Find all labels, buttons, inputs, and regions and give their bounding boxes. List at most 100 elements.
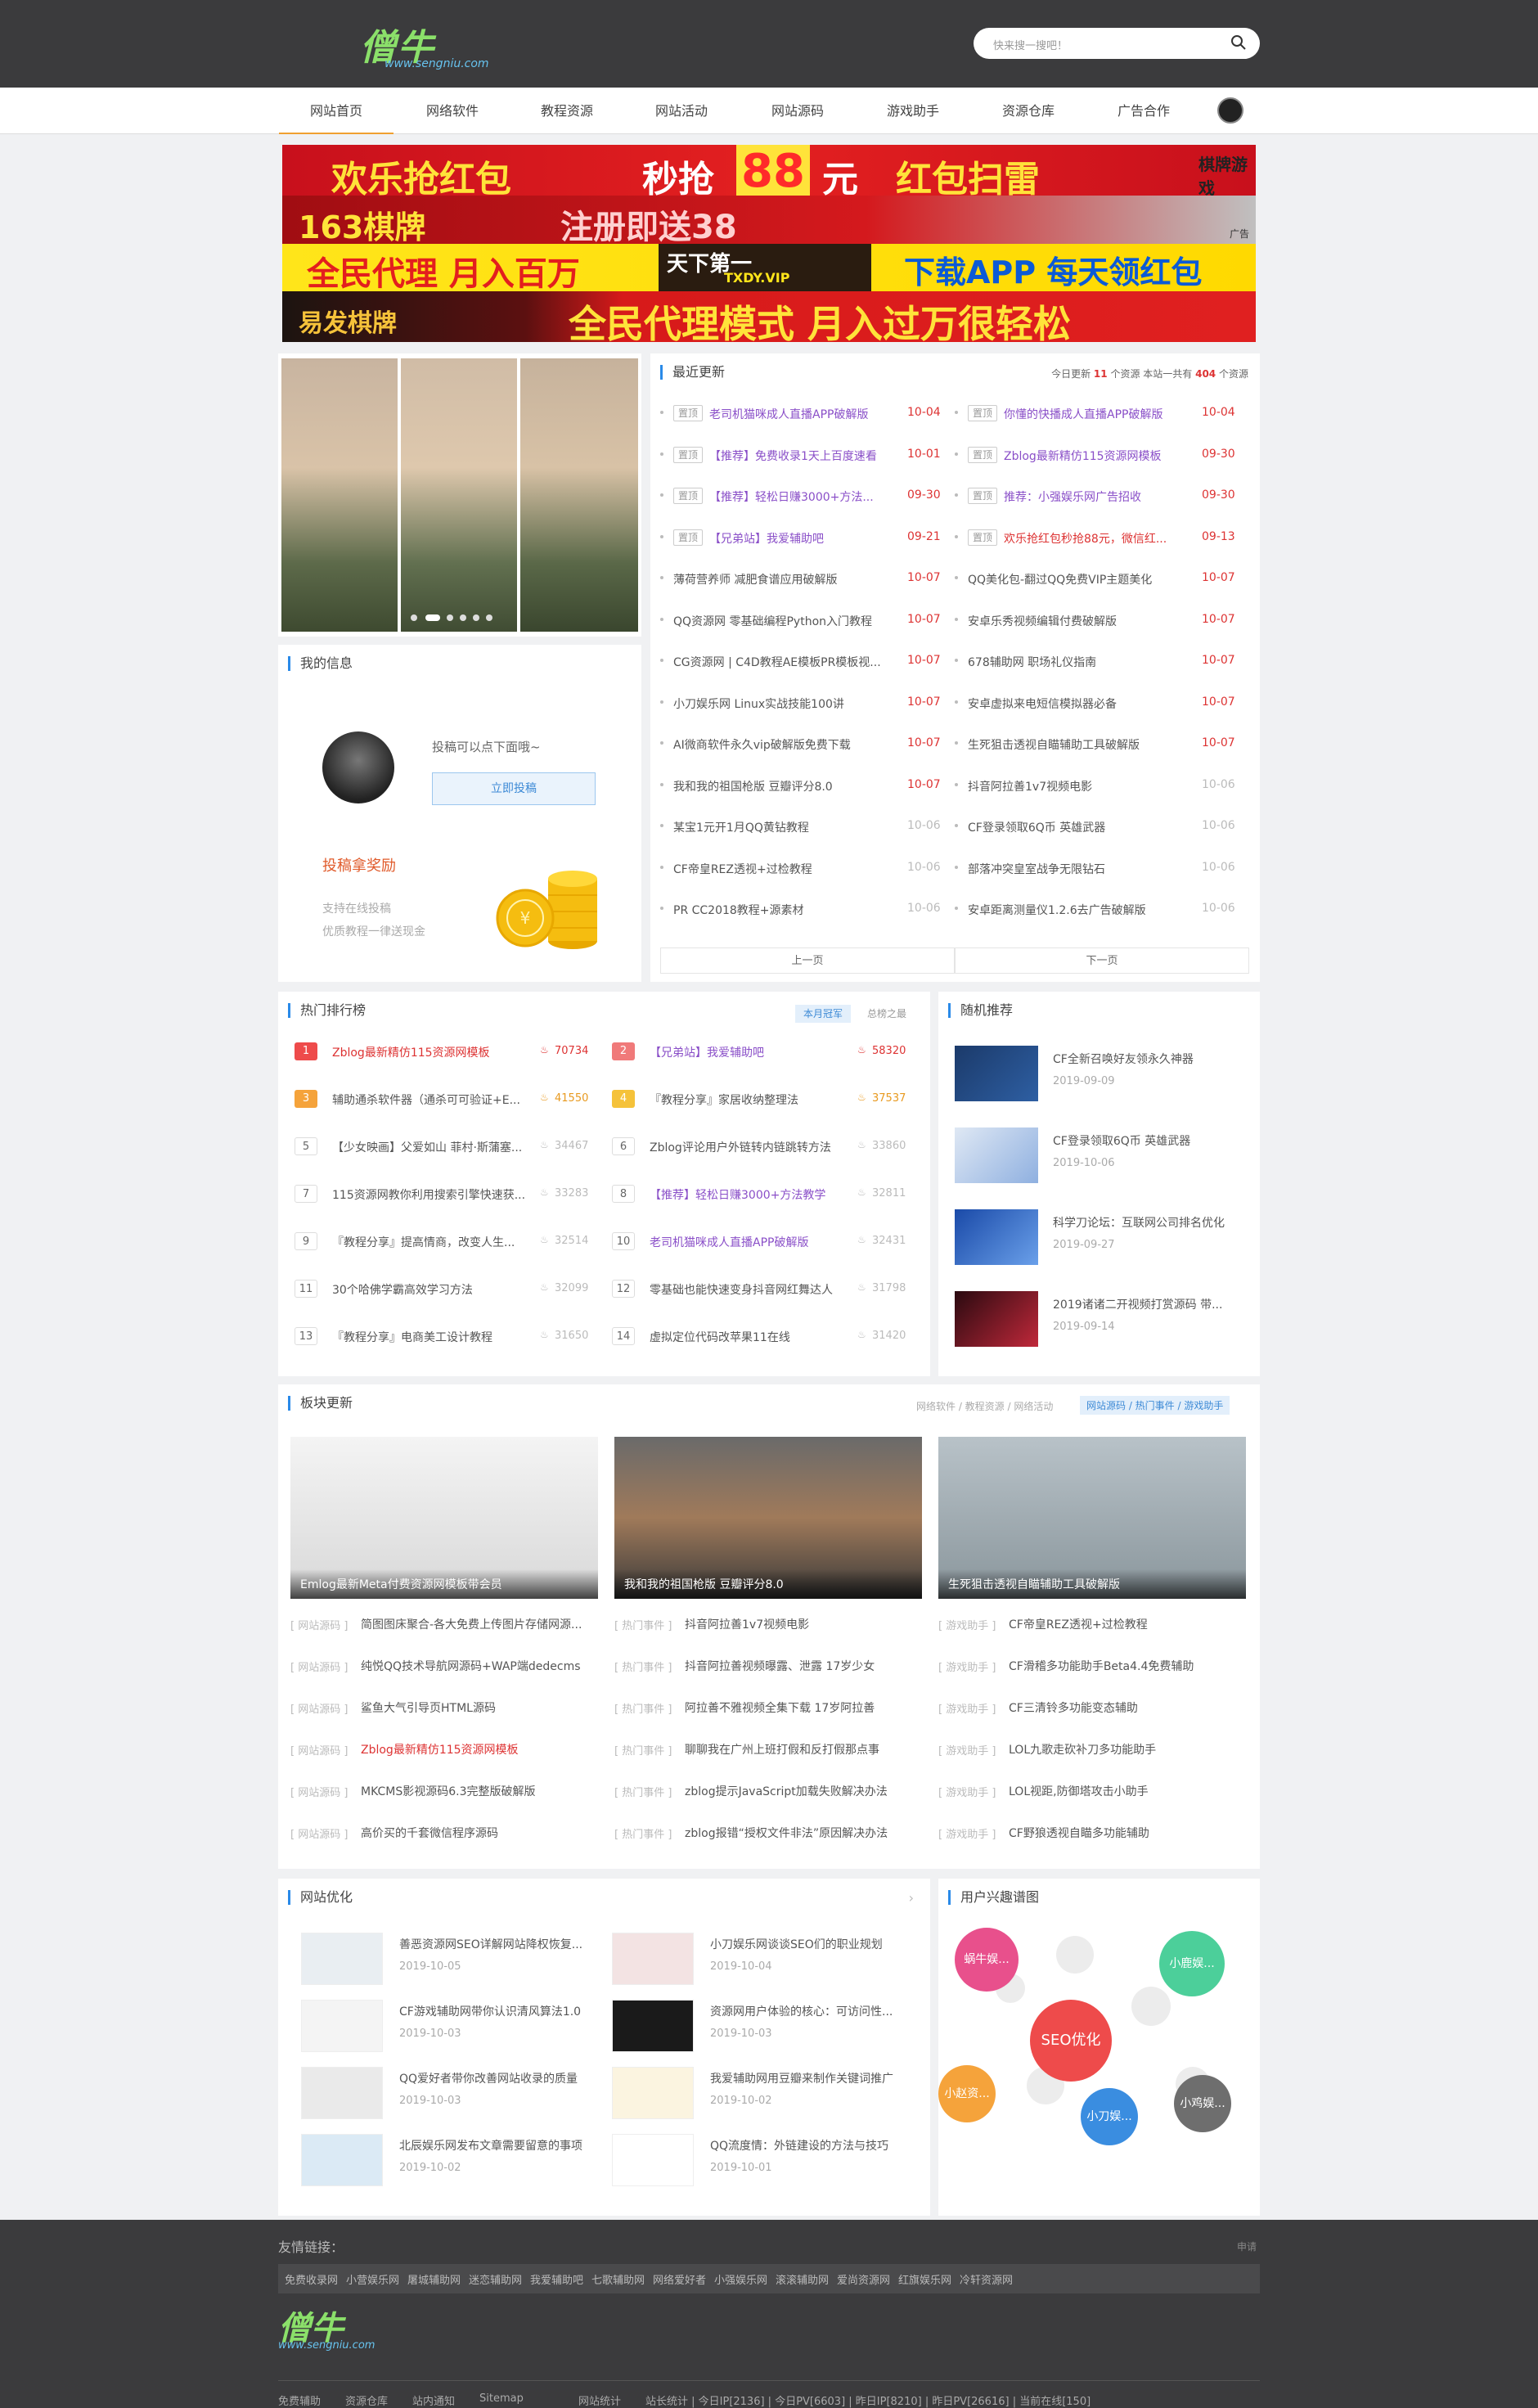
item-title[interactable]: MKCMS影视源码6.3完整版破解版: [361, 1783, 598, 1799]
seo-item[interactable]: 我爱辅助网用豆瓣来制作关键词推广 2019-10-02: [612, 2067, 915, 2121]
friend-link[interactable]: 小强娱乐网: [714, 2271, 767, 2287]
ranking-row[interactable]: 3 辅助通杀软件器（通杀可可验证+E... ♨ 41550: [295, 1090, 605, 1109]
block-thumb[interactable]: 我和我的祖国枪版 豆瓣评分8.0: [614, 1437, 922, 1599]
ranking-row[interactable]: 4 『教程分享』家居收纳整理法 ♨ 37537: [612, 1090, 923, 1109]
list-item[interactable]: 置顶 Zblog最新精仿115资源网模板 09-30: [955, 446, 1249, 466]
list-item[interactable]: CF登录领取6Q币 英雄武器 10-06: [955, 817, 1249, 837]
thumb-caption[interactable]: 我和我的祖国枪版 豆瓣评分8.0: [614, 1569, 922, 1599]
item-title[interactable]: 老司机猫咪成人直播APP破解版: [650, 1234, 854, 1250]
search-icon[interactable]: [1230, 34, 1247, 51]
ranking-row[interactable]: 5 【少女映画】父爱如山 菲村·斯蒲塞... ♨ 34467: [295, 1137, 605, 1157]
item-title[interactable]: 科学刀论坛：互联网公司排名优化: [1053, 1214, 1249, 1231]
ranking-row[interactable]: 14 虚拟定位代码改苹果11在线 ♨ 31420: [612, 1327, 923, 1347]
seo-thumb[interactable]: [301, 2067, 383, 2119]
seo-thumb[interactable]: [612, 2067, 694, 2119]
item-title[interactable]: 欢乐抢红包秒抢88元，微信红...: [1004, 530, 1189, 547]
item-title[interactable]: PR CC2018教程+源素材: [673, 902, 894, 918]
random-item[interactable]: CF全新召唤好友领永久神器 2019-09-09: [955, 1046, 1249, 1103]
nav-source-code[interactable]: 网站源码: [740, 88, 855, 134]
item-title[interactable]: 薄荷营养师 减肥食谱应用破解版: [673, 571, 894, 587]
item-title[interactable]: CG资源网 | C4D教程AE模板PR模板视...: [673, 654, 894, 670]
item-title[interactable]: 纯悦QQ技术导航网源码+WAP端dedecms: [361, 1658, 598, 1674]
ad-banner-1[interactable]: 欢乐抢红包 秒抢 88 元 红包扫雷 棋牌游戏: [282, 145, 1256, 196]
block-thumb[interactable]: 生死狙击透视自瞄辅助工具破解版: [938, 1437, 1246, 1599]
random-item[interactable]: 2019诸诸二开视频打赏源码 带... 2019-09-14: [955, 1291, 1249, 1348]
list-item[interactable]: 置顶 老司机猫咪成人直播APP破解版 10-04: [660, 404, 955, 424]
item-title[interactable]: 【推荐】免费收录1天上百度速看: [709, 448, 894, 464]
item-title[interactable]: 生死狙击透视自瞄辅助工具破解版: [968, 736, 1189, 753]
item-title[interactable]: 安卓距离测量仪1.2.6去广告破解版: [968, 902, 1189, 918]
item-title[interactable]: 小刀娱乐网 Linux实战技能100讲: [673, 695, 894, 712]
footer-logo[interactable]: 僧牛 www.sengniu.com: [278, 2302, 409, 2352]
list-item[interactable]: CG资源网 | C4D教程AE模板PR模板视... 10-07: [660, 652, 955, 672]
item-title[interactable]: CF帝皇REZ透视+过检教程: [1009, 1616, 1246, 1632]
item-title[interactable]: Zblog评论用户外链转内链跳转方法: [650, 1139, 854, 1155]
list-item[interactable]: 我和我的祖国枪版 豆瓣评分8.0 10-07: [660, 776, 955, 796]
list-item[interactable]: 置顶 【推荐】免费收录1天上百度速看 10-01: [660, 446, 955, 466]
next-page-button[interactable]: 下一页: [955, 947, 1249, 974]
item-title[interactable]: 『教程分享』提高情商，改变人生...: [332, 1234, 537, 1250]
item-title[interactable]: 安卓乐秀视频编辑付费破解版: [968, 613, 1189, 629]
list-item[interactable]: PR CC2018教程+源素材 10-06: [660, 900, 955, 920]
friend-link[interactable]: 爱尚资源网: [837, 2271, 890, 2287]
list-item[interactable]: 小刀娱乐网 Linux实战技能100讲 10-07: [660, 694, 955, 713]
block-list-item[interactable]: [ 热门事件 ] zblog报错“授权文件非法”原因解决办法: [614, 1824, 922, 1842]
block-list-item[interactable]: [ 游戏助手 ] CF滑稽多功能助手Beta4.4免费辅助: [938, 1657, 1246, 1675]
item-title[interactable]: QQ资源网 零基础编程Python入门教程: [673, 613, 894, 629]
item-title[interactable]: 资源网用户体验的核心：可访问性...: [710, 2003, 915, 2019]
ranking-row[interactable]: 2 【兄弟站】我爱辅助吧 ♨ 58320: [612, 1042, 923, 1062]
friend-link[interactable]: 七歌辅助网: [591, 2271, 645, 2287]
item-title[interactable]: 我和我的祖国枪版 豆瓣评分8.0: [673, 778, 894, 794]
item-title[interactable]: 30个哈佛学霸高效学习方法: [332, 1281, 537, 1298]
ranking-row[interactable]: 9 『教程分享』提高情商，改变人生... ♨ 32514: [295, 1232, 605, 1252]
item-title[interactable]: 『教程分享』电商美工设计教程: [332, 1329, 537, 1345]
random-thumb[interactable]: [955, 1127, 1038, 1183]
block-list-item[interactable]: [ 网站源码 ] 高价买的千套微信程序源码: [290, 1824, 598, 1842]
seo-thumb[interactable]: [301, 2000, 383, 2052]
interest-bubble[interactable]: 小赵资...: [938, 2065, 996, 2122]
item-title[interactable]: 善恶资源网SEO详解网站降权恢复...: [399, 1936, 604, 1952]
seo-item[interactable]: QQ爱好者带你改善网站收录的质量 2019-10-03: [301, 2067, 604, 2121]
random-thumb[interactable]: [955, 1291, 1038, 1347]
random-thumb[interactable]: [955, 1209, 1038, 1265]
random-item[interactable]: 科学刀论坛：互联网公司排名优化 2019-09-27: [955, 1209, 1249, 1267]
item-title[interactable]: 【推荐】轻松日赚3000+方法...: [709, 488, 894, 505]
item-title[interactable]: 北辰娱乐网发布文章需要留意的事项: [399, 2137, 604, 2154]
item-title[interactable]: 安卓虚拟来电短信模拟器必备: [968, 695, 1189, 712]
item-title[interactable]: 虚拟定位代码改苹果11在线: [650, 1329, 854, 1345]
ad-banner-4[interactable]: 易发棋牌 全民代理模式 月入过万很轻松: [282, 291, 1256, 342]
item-title[interactable]: 你懂的快播成人直播APP破解版: [1004, 406, 1189, 422]
item-title[interactable]: Zblog最新精仿115资源网模板: [361, 1741, 598, 1758]
block-list-item[interactable]: [ 游戏助手 ] LOL九歌走砍补刀多功能助手: [938, 1740, 1246, 1758]
friend-link[interactable]: 红旗娱乐网: [898, 2271, 951, 2287]
item-title[interactable]: QQ美化包-翻过QQ免费VIP主题美化: [968, 571, 1189, 587]
block-list-item[interactable]: [ 网站源码 ] MKCMS影视源码6.3完整版破解版: [290, 1782, 598, 1800]
block-list-item[interactable]: [ 热门事件 ] 阿拉善不雅视频全集下载 17岁阿拉善: [614, 1699, 922, 1717]
chevron-right-icon[interactable]: ›: [909, 1890, 914, 1906]
block-list-item[interactable]: [ 热门事件 ] 抖音阿拉善1v7视频电影: [614, 1615, 922, 1633]
seo-item[interactable]: 小刀娱乐网谈谈SEO们的职业规划 2019-10-04: [612, 1933, 915, 1987]
list-item[interactable]: 部落冲突皇室战争无限钻石 10-06: [955, 859, 1249, 879]
tab-month-champion[interactable]: 本月冠军: [795, 1005, 851, 1023]
item-title[interactable]: 【兄弟站】我爱辅助吧: [650, 1044, 854, 1060]
friend-link[interactable]: 网络爱好者: [653, 2271, 706, 2287]
list-item[interactable]: 置顶 欢乐抢红包秒抢88元，微信红... 09-13: [955, 529, 1249, 548]
item-title[interactable]: 鲨鱼大气引导页HTML源码: [361, 1699, 598, 1716]
item-title[interactable]: 某宝1元开1月QQ黄钻教程: [673, 819, 894, 835]
item-title[interactable]: zblog提示JavaScript加载失败解决办法: [685, 1783, 922, 1799]
ranking-row[interactable]: 11 30个哈佛学霸高效学习方法 ♨ 32099: [295, 1280, 605, 1299]
list-item[interactable]: QQ美化包-翻过QQ免费VIP主题美化 10-07: [955, 569, 1249, 589]
search-input[interactable]: 快来搜一搜吧！: [993, 37, 1068, 52]
thumb-caption[interactable]: 生死狙击透视自瞄辅助工具破解版: [938, 1569, 1246, 1599]
tab-all-time[interactable]: 总榜之最: [859, 1005, 915, 1023]
item-title[interactable]: 678辅助网 职场礼仪指南: [968, 654, 1189, 670]
search-box[interactable]: 快来搜一搜吧！: [974, 28, 1260, 59]
apply-link[interactable]: 申请: [1237, 2239, 1257, 2253]
friend-link[interactable]: 小营娱乐网: [346, 2271, 399, 2287]
list-item[interactable]: 置顶 你懂的快播成人直播APP破解版 10-04: [955, 404, 1249, 424]
item-title[interactable]: CF游戏辅助网带你认识清风算法1.0: [399, 2003, 604, 2019]
item-title[interactable]: 推荐：小强娱乐网广告招收: [1004, 488, 1189, 505]
submit-post-button[interactable]: 立即投稿: [432, 772, 596, 805]
item-title[interactable]: 【兄弟站】我爱辅助吧: [709, 530, 894, 547]
nav-tutorials[interactable]: 教程资源: [510, 88, 624, 134]
